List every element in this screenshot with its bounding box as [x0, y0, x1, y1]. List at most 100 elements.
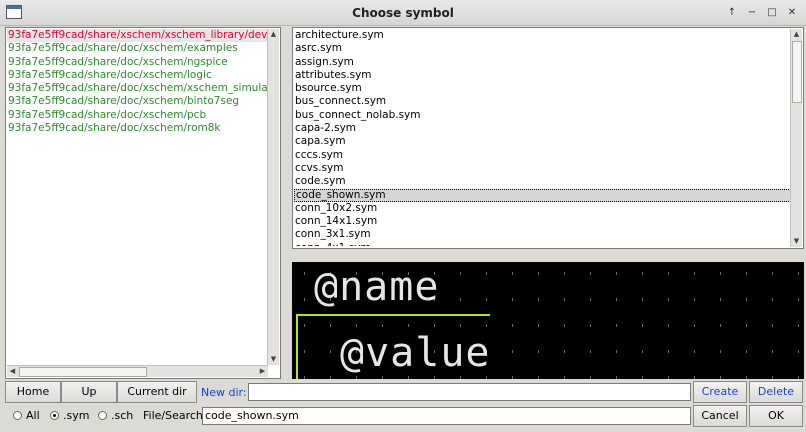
home-button[interactable]: Home [5, 381, 61, 403]
grid-dot [642, 350, 643, 353]
grid-dot [798, 272, 799, 275]
grid-dot [512, 324, 513, 327]
directory-horizontal-scrollbar[interactable]: ◀ ▶ [7, 365, 268, 377]
directory-item[interactable]: 93fa7e5ff9cad/share/doc/xschem/rom8k [7, 122, 268, 135]
directory-list[interactable]: 93fa7e5ff9cad/share/xschem/xschem_librar… [5, 27, 281, 379]
symbol-file-item[interactable]: code_shown.sym [294, 188, 791, 202]
symbol-file-item[interactable]: bsource.sym [294, 82, 791, 95]
scroll-up-icon[interactable]: ▲ [791, 29, 802, 40]
filter-sch-radio[interactable] [98, 411, 107, 420]
grid-dot [460, 324, 461, 327]
symbol-file-item[interactable]: architecture.sym [294, 29, 791, 42]
ok-button[interactable]: OK [749, 405, 803, 427]
grid-dot [408, 376, 409, 379]
grid-dot [304, 298, 305, 301]
symbol-file-item[interactable]: attributes.sym [294, 69, 791, 82]
grid-dot [798, 298, 799, 301]
directory-items: 93fa7e5ff9cad/share/xschem/xschem_librar… [7, 29, 268, 366]
directory-item[interactable]: 93fa7e5ff9cad/share/doc/xschem/logic [7, 69, 268, 82]
grid-dot [746, 298, 747, 301]
grid-dot [616, 324, 617, 327]
grid-dot [330, 350, 331, 353]
scroll-right-icon[interactable]: ▶ [257, 366, 268, 377]
current-dir-button[interactable]: Current dir [117, 381, 197, 403]
grid-dot [746, 350, 747, 353]
directory-item[interactable]: 93fa7e5ff9cad/share/doc/xschem/ngspice [7, 56, 268, 69]
symbol-file-item[interactable]: assign.sym [294, 56, 791, 69]
grid-dot [746, 376, 747, 379]
grid-dot [486, 376, 487, 379]
grid-dot [720, 324, 721, 327]
grid-dot [668, 350, 669, 353]
grid-dot [772, 350, 773, 353]
grid-dot [798, 376, 799, 379]
grid-dot [616, 376, 617, 379]
grid-dot [642, 272, 643, 275]
maximize-icon[interactable]: □ [764, 5, 780, 21]
symbol-file-item[interactable]: bus_connect_nolab.sym [294, 109, 791, 122]
grid-dot [512, 272, 513, 275]
filter-sym-label: .sym [63, 409, 90, 422]
symbol-file-item[interactable]: capa-2.sym [294, 122, 791, 135]
file-search-label: File/Search: [143, 409, 207, 422]
horizontal-scroll-thumb[interactable] [19, 367, 147, 377]
preview-name-label: @name [314, 264, 440, 310]
file-search-input[interactable]: code_shown.sym [202, 407, 691, 425]
directory-item[interactable]: 93fa7e5ff9cad/share/doc/xschem/xschem_si… [7, 82, 268, 95]
grid-dot [538, 350, 539, 353]
symbol-file-item[interactable]: conn_14x1.sym [294, 215, 791, 228]
grid-dot [798, 324, 799, 327]
vertical-scroll-thumb[interactable] [792, 41, 802, 103]
scroll-up-icon[interactable]: ▲ [268, 29, 279, 40]
grid-dot [382, 376, 383, 379]
symbol-file-item[interactable]: capa.sym [294, 135, 791, 148]
grid-dot [668, 376, 669, 379]
grid-dot [642, 324, 643, 327]
minimize-icon[interactable]: − [744, 5, 760, 21]
directory-item[interactable]: 93fa7e5ff9cad/share/doc/xschem/examples [7, 42, 268, 55]
window-title: Choose symbol [352, 6, 454, 20]
grid-dot [772, 272, 773, 275]
directory-vertical-scrollbar[interactable]: ▲ ▼ [267, 29, 279, 365]
new-dir-label: New dir: [201, 386, 247, 399]
create-button[interactable]: Create [693, 381, 747, 403]
up-button[interactable]: Up [61, 381, 117, 403]
grid-dot [720, 298, 721, 301]
scroll-down-icon[interactable]: ▼ [791, 236, 802, 247]
grid-dot [694, 298, 695, 301]
shade-icon[interactable]: ↑ [724, 5, 740, 21]
file-vertical-scrollbar[interactable]: ▲ ▼ [790, 29, 802, 247]
scroll-down-icon[interactable]: ▼ [268, 354, 279, 365]
grid-dot [460, 272, 461, 275]
symbol-file-item[interactable]: conn_3x1.sym [294, 228, 791, 241]
filter-sym-radio[interactable] [50, 411, 59, 420]
directory-item[interactable]: 93fa7e5ff9cad/share/doc/xschem/pcb [7, 109, 268, 122]
grid-dot [304, 272, 305, 275]
symbol-file-item[interactable]: conn_10x2.sym [294, 202, 791, 215]
close-icon[interactable]: ✕ [784, 5, 800, 21]
symbol-file-item[interactable]: conn_4x1.sym [294, 242, 791, 246]
scroll-left-icon[interactable]: ◀ [7, 366, 18, 377]
filter-all-radio[interactable] [13, 411, 22, 420]
symbol-file-item[interactable]: cccs.sym [294, 149, 791, 162]
preview-value-label: @value [340, 330, 491, 376]
symbol-file-item[interactable]: code.sym [294, 175, 791, 188]
symbol-preview: @name @value [292, 262, 804, 379]
cancel-button[interactable]: Cancel [693, 405, 747, 427]
symbol-file-item[interactable]: ccvs.sym [294, 162, 791, 175]
grid-dot [772, 298, 773, 301]
new-dir-input[interactable] [248, 383, 691, 401]
symbol-file-item[interactable]: bus_connect.sym [294, 95, 791, 108]
grid-dot [642, 298, 643, 301]
grid-dot [668, 272, 669, 275]
symbol-file-item[interactable]: asrc.sym [294, 42, 791, 55]
grid-dot [564, 350, 565, 353]
directory-item[interactable]: 93fa7e5ff9cad/share/doc/xschem/binto7seg [7, 95, 268, 108]
delete-button[interactable]: Delete [749, 381, 803, 403]
pane-splitter[interactable] [283, 27, 290, 379]
symbol-file-list[interactable]: architecture.sym asrc.sym assign.sym attrib… [292, 27, 804, 249]
grid-dot [538, 376, 539, 379]
grid-dot [694, 376, 695, 379]
directory-item[interactable]: 93fa7e5ff9cad/share/xschem/xschem_librar… [7, 29, 268, 43]
grid-dot [668, 298, 669, 301]
